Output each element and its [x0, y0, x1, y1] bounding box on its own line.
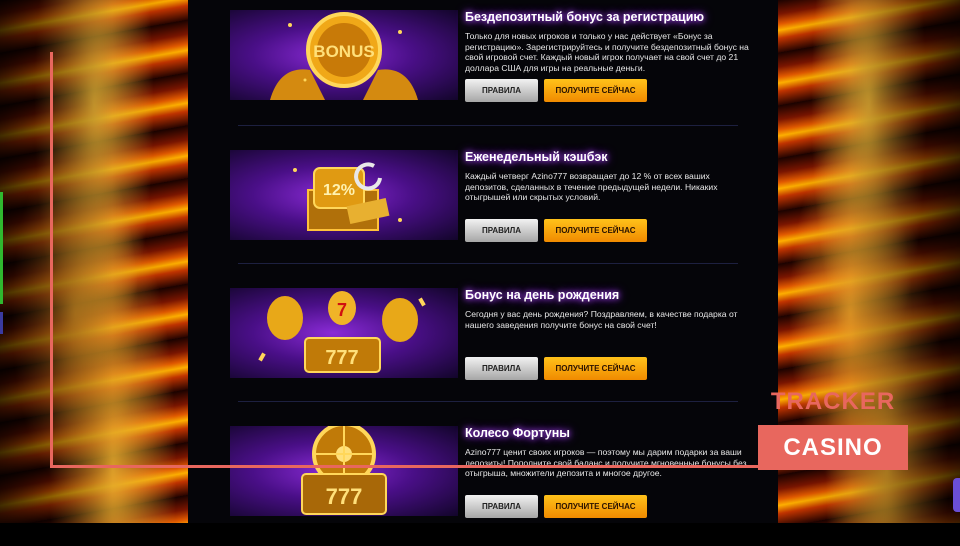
promo-card: 12% Еженедельный кэшбэк Каждый четверг A…: [188, 140, 778, 270]
cashback-percent-text: 12%: [323, 182, 355, 199]
get-now-button[interactable]: ПОЛУЧИТЕ СЕЙЧАС: [544, 495, 647, 518]
promotions-list: BONUS Бездепозитный бонус за регистрацию…: [188, 0, 778, 523]
watermark-tracker-text: TRACKER: [770, 388, 896, 415]
fire-border-left: [0, 0, 188, 523]
promo-description: Только для новых игроков и только у нас …: [465, 31, 749, 73]
card-divider: [238, 401, 738, 402]
promo-image-cashback: 12%: [230, 150, 458, 240]
birthday-777-text: 777: [325, 347, 358, 369]
card-divider: [238, 263, 738, 264]
promo-title: Еженедельный кэшбэк: [465, 150, 608, 164]
rules-button[interactable]: ПРАВИЛА: [465, 79, 538, 102]
rules-button[interactable]: ПРАВИЛА: [465, 357, 538, 380]
svg-text:7: 7: [337, 300, 347, 320]
watermark-frame-vertical: [50, 52, 53, 468]
side-tab-blue[interactable]: [0, 312, 3, 334]
watermark-frame-horizontal: [50, 465, 790, 468]
promo-description: Сегодня у вас день рождения? Поздравляем…: [465, 309, 738, 330]
wheel-777-text: 777: [326, 484, 363, 509]
get-now-button[interactable]: ПОЛУЧИТЕ СЕЙЧАС: [544, 219, 647, 242]
promo-image-birthday: 777 7: [230, 288, 458, 378]
promo-description: Azino777 ценит своих игроков — поэтому м…: [465, 447, 747, 479]
rules-button[interactable]: ПРАВИЛА: [465, 495, 538, 518]
promo-image-bonus: BONUS: [230, 10, 458, 100]
side-tab-green[interactable]: [0, 192, 3, 304]
bonus-coin-text: BONUS: [313, 42, 374, 61]
promo-card: 777 7 Бонус на день рождения Сегодня у в…: [188, 278, 778, 408]
get-now-button[interactable]: ПОЛУЧИТЕ СЕЙЧАС: [544, 357, 647, 380]
get-now-button[interactable]: ПОЛУЧИТЕ СЕЙЧАС: [544, 79, 647, 102]
watermark-casino-box: CASINO: [758, 425, 908, 470]
promo-title: Бездепозитный бонус за регистрацию: [465, 10, 705, 24]
rules-button[interactable]: ПРАВИЛА: [465, 219, 538, 242]
chat-widget-tab[interactable]: [953, 478, 960, 512]
promo-description: Каждый четверг Azino777 возвращает до 12…: [465, 171, 718, 203]
card-divider: [238, 125, 738, 126]
promo-image-wheel: 777: [230, 426, 458, 516]
promo-title: Колесо Фортуны: [465, 426, 570, 440]
promo-title: Бонус на день рождения: [465, 288, 620, 302]
promo-card: 777 Колесо Фортуны Azino777 ценит своих …: [188, 416, 778, 546]
promo-card: BONUS Бездепозитный бонус за регистрацию…: [188, 0, 778, 130]
